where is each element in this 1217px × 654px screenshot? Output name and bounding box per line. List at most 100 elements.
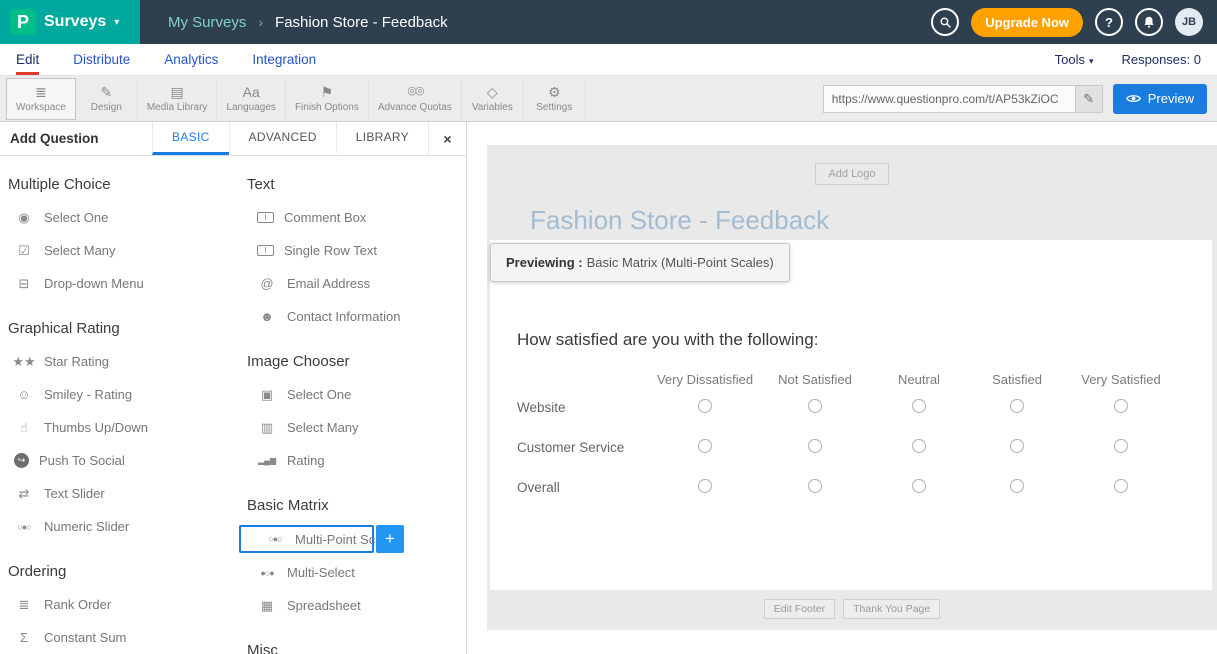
dropdown-icon: ⊟ (14, 276, 34, 292)
logo-row: Add Logo (487, 145, 1217, 185)
qtype-single-row-text[interactable]: I Single Row Text (233, 234, 466, 267)
qtype-multi-point-scales[interactable]: ○●○ Multi-Point Scales (239, 525, 374, 553)
radio-option[interactable] (808, 399, 822, 413)
qtype-contact-information[interactable]: ☻ Contact Information (233, 300, 466, 333)
tab-distribute[interactable]: Distribute (73, 44, 130, 75)
tab-basic[interactable]: BASIC (152, 122, 229, 155)
qtype-star-rating[interactable]: ★★ Star Rating (0, 345, 233, 378)
add-question-panel: Add Question BASIC ADVANCED LIBRARY × Mu… (0, 122, 467, 654)
topbar-actions: Upgrade Now ? JB (931, 8, 1217, 37)
qtype-multi-select[interactable]: ●○● Multi-Select (233, 556, 466, 589)
qtype-email-address[interactable]: @ Email Address (233, 267, 466, 300)
tab-integration[interactable]: Integration (252, 44, 316, 75)
tab-edit[interactable]: Edit (16, 44, 39, 75)
product-name: Surveys (44, 13, 106, 31)
pencil-icon: ✎ (1083, 91, 1094, 107)
edit-footer-button[interactable]: Edit Footer (764, 599, 835, 619)
radio-option[interactable] (1010, 399, 1024, 413)
breadcrumb-separator: › (258, 14, 263, 30)
tools-dropdown[interactable]: Tools▾ (1055, 52, 1094, 67)
notifications-button[interactable] (1135, 8, 1163, 36)
survey-url-group: ✎ (823, 85, 1103, 113)
comment-box-icon: I (257, 212, 274, 223)
qtype-smiley-rating[interactable]: ☺ Smiley - Rating (0, 378, 233, 411)
tab-analytics[interactable]: Analytics (164, 44, 218, 75)
toolbar-languages[interactable]: Aa Languages (217, 78, 286, 120)
tab-library[interactable]: LIBRARY (336, 122, 428, 155)
qtype-spreadsheet[interactable]: ▦ Spreadsheet (233, 589, 466, 622)
numeric-slider-icon: ○●○ (14, 522, 34, 532)
qtype-numeric-slider[interactable]: ○●○ Numeric Slider (0, 510, 233, 543)
survey-url-input[interactable] (823, 85, 1075, 113)
previewing-value: Basic Matrix (Multi-Point Scales) (587, 255, 774, 270)
add-logo-button[interactable]: Add Logo (815, 163, 888, 185)
toolbar-variables[interactable]: ◇ Variables (462, 78, 524, 120)
radio-option[interactable] (1010, 479, 1024, 493)
survey-preview-area: Add Logo Fashion Store - Feedback Previe… (467, 122, 1217, 654)
survey-canvas: Add Logo Fashion Store - Feedback Previe… (487, 145, 1217, 630)
matrix-column-header: Very Satisfied (1066, 372, 1176, 387)
images-icon: ▥ (257, 420, 277, 436)
search-button[interactable] (931, 8, 959, 36)
smiley-icon: ☺ (14, 387, 34, 402)
radio-option[interactable] (1114, 479, 1128, 493)
radio-option[interactable] (1114, 439, 1128, 453)
qtype-select-many[interactable]: ☑ Select Many (0, 234, 233, 267)
close-icon[interactable]: × (428, 122, 466, 155)
section-basic-matrix: Basic Matrix (233, 477, 466, 522)
sigma-icon: Σ (14, 630, 34, 645)
qtype-select-one[interactable]: ◉ Select One (0, 201, 233, 234)
radio-list-icon: ◉ (14, 210, 34, 226)
multi-select-icon: ●○● (257, 568, 277, 578)
qtype-dropdown-menu[interactable]: ⊟ Drop-down Menu (0, 267, 233, 300)
qtype-thumbs-up-down[interactable]: ☝ Thumbs Up/Down (0, 411, 233, 444)
workspace-icon: ≣ (35, 84, 47, 99)
breadcrumb-my-surveys[interactable]: My Surveys (168, 14, 246, 31)
previewing-tooltip: Previewing :Basic Matrix (Multi-Point Sc… (490, 243, 790, 282)
thumbs-up-icon: ☝ (14, 420, 34, 436)
add-question-button[interactable]: + (376, 525, 404, 553)
radio-option[interactable] (808, 439, 822, 453)
radio-option[interactable] (1114, 399, 1128, 413)
search-icon (939, 16, 952, 29)
media-library-icon: ▤ (171, 84, 184, 99)
advance-quotas-icon: ◎◎ (407, 84, 422, 99)
survey-toolbar: ≣ Workspace ✎ Design ▤ Media Library Aa … (0, 76, 1217, 122)
qtype-image-select-one[interactable]: ▣ Select One (233, 378, 466, 411)
qtype-image-rating[interactable]: ▂▄▆ Rating (233, 444, 466, 477)
questionpro-logo[interactable]: P (10, 9, 36, 35)
tab-advanced[interactable]: ADVANCED (229, 122, 336, 155)
toolbar-workspace[interactable]: ≣ Workspace (6, 78, 76, 120)
user-avatar[interactable]: JB (1175, 8, 1203, 36)
question-card: Previewing :Basic Matrix (Multi-Point Sc… (490, 240, 1212, 590)
radio-option[interactable] (808, 479, 822, 493)
toolbar-media-library[interactable]: ▤ Media Library (138, 78, 218, 120)
product-switcher[interactable]: P Surveys ▾ (0, 0, 140, 44)
qtype-push-to-social[interactable]: ↪ Push To Social (0, 444, 233, 477)
upgrade-now-button[interactable]: Upgrade Now (971, 8, 1083, 37)
qtype-comment-box[interactable]: I Comment Box (233, 201, 466, 234)
radio-option[interactable] (912, 479, 926, 493)
toolbar-finish-options[interactable]: ⚑ Finish Options (286, 78, 369, 120)
toolbar-design[interactable]: ✎ Design (76, 78, 138, 120)
preview-button[interactable]: Preview (1113, 84, 1207, 114)
radio-option[interactable] (912, 439, 926, 453)
chevron-down-icon: ▾ (114, 17, 119, 28)
qtype-rank-order[interactable]: ≣ Rank Order (0, 588, 233, 621)
radio-option[interactable] (912, 399, 926, 413)
help-button[interactable]: ? (1095, 8, 1123, 36)
radio-option[interactable] (698, 479, 712, 493)
qtype-text-slider[interactable]: ⇄ Text Slider (0, 477, 233, 510)
thank-you-page-button[interactable]: Thank You Page (843, 599, 940, 619)
qtype-image-select-many[interactable]: ▥ Select Many (233, 411, 466, 444)
multi-point-scales-row: ○●○ Multi-Point Scales + (239, 525, 466, 553)
panel-header: Add Question BASIC ADVANCED LIBRARY × (0, 122, 466, 156)
edit-url-button[interactable]: ✎ (1075, 85, 1103, 113)
breadcrumb: My Surveys › Fashion Store - Feedback (168, 14, 448, 31)
radio-option[interactable] (698, 399, 712, 413)
toolbar-advance-quotas[interactable]: ◎◎ Advance Quotas (369, 78, 462, 120)
toolbar-settings[interactable]: ⚙ Settings (524, 78, 586, 120)
radio-option[interactable] (1010, 439, 1024, 453)
radio-option[interactable] (698, 439, 712, 453)
qtype-constant-sum[interactable]: Σ Constant Sum (0, 621, 233, 654)
